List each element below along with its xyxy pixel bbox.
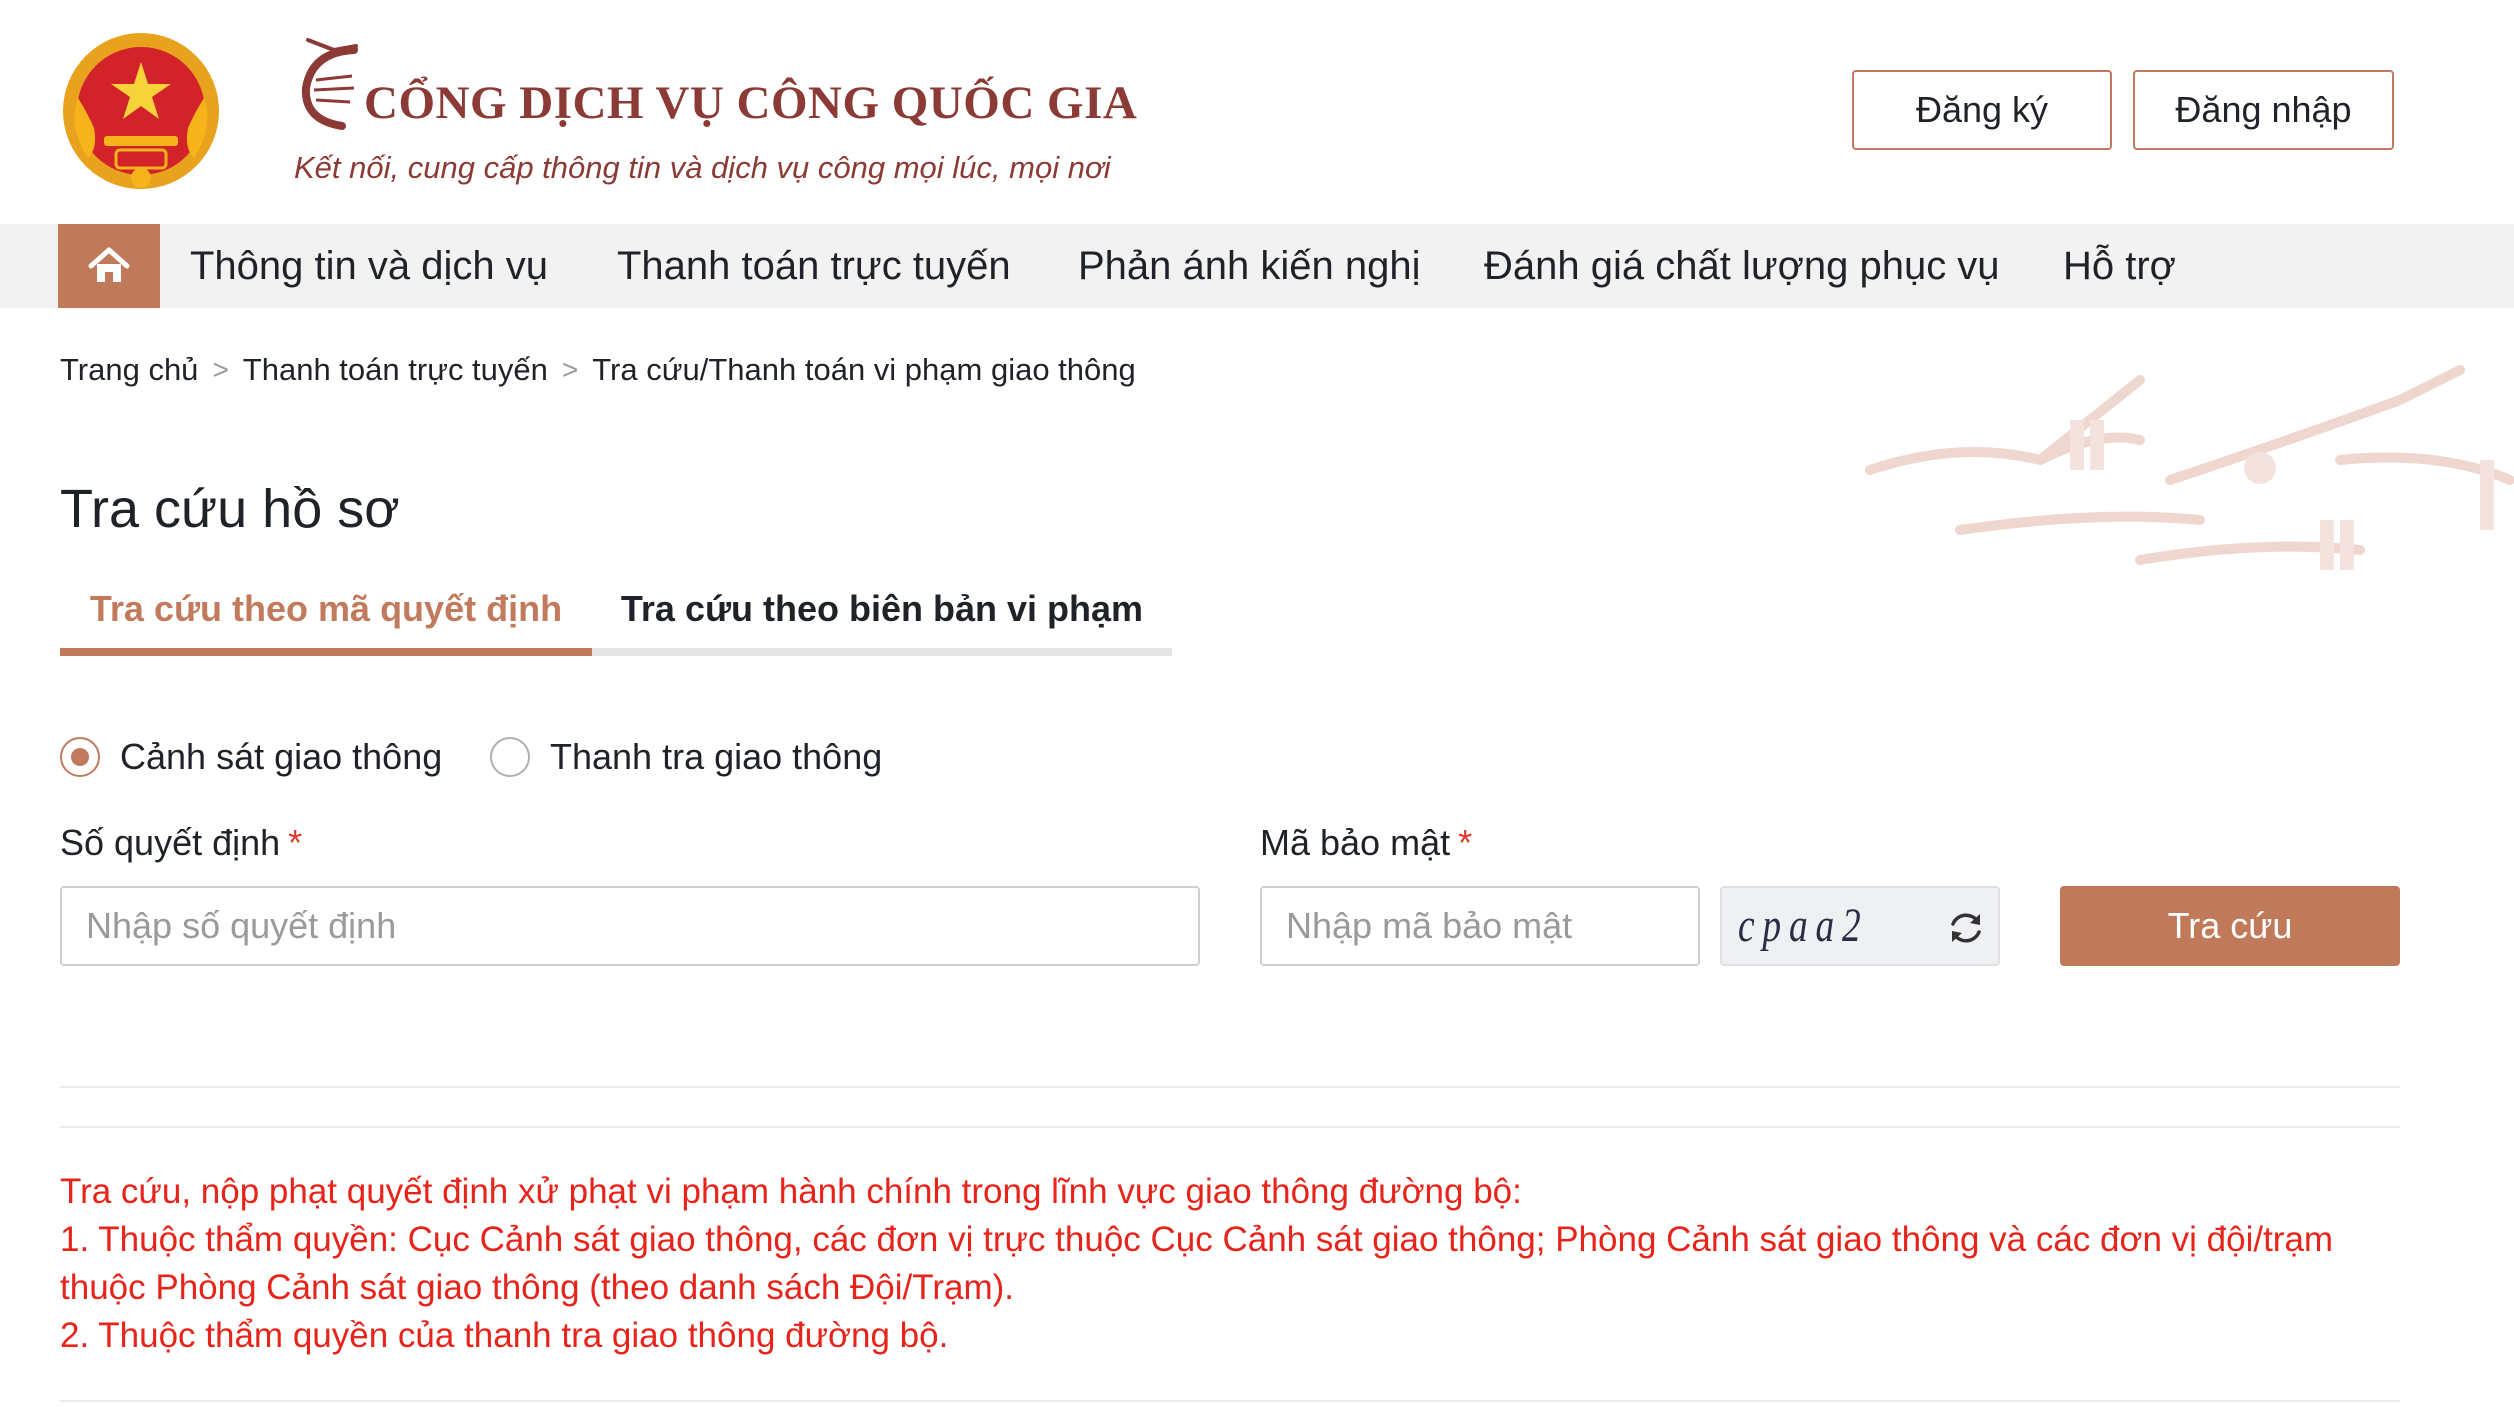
security-code-input[interactable] xyxy=(1260,886,1700,966)
notes-heading: Tra cứu, nộp phạt quyết định xử phạt vi … xyxy=(60,1172,1522,1211)
radio-label: Thanh tra giao thông xyxy=(550,736,883,777)
site-header: CỔNG DỊCH VỤ CÔNG QUỐC GIA Kết nối, cung… xyxy=(0,0,2514,224)
radio-button[interactable] xyxy=(490,737,530,777)
tab-active-indicator xyxy=(60,648,592,656)
nav-item-online-payment[interactable]: Thanh toán trực tuyến xyxy=(617,224,1011,308)
login-button[interactable]: Đăng nhập xyxy=(2133,70,2394,150)
decorative-cranes-icon xyxy=(1865,365,2514,570)
register-button[interactable]: Đăng ký xyxy=(1852,70,2112,150)
search-submit-button[interactable]: Tra cứu xyxy=(2060,886,2400,966)
tab-by-violation-record[interactable]: Tra cứu theo biên bản vi phạm xyxy=(592,570,1172,648)
radio-label: Cảnh sát giao thông xyxy=(120,736,443,777)
breadcrumb-online-payment[interactable]: Thanh toán trực tuyến xyxy=(243,352,548,388)
breadcrumb-home[interactable]: Trang chủ xyxy=(60,352,198,388)
decision-number-label-text: Số quyết định xyxy=(60,822,281,863)
breadcrumb-current: Tra cứu/Thanh toán vi phạm giao thông xyxy=(592,352,1136,387)
captcha-image-text: cpaa2 xyxy=(1738,899,1869,952)
site-title: CỔNG DỊCH VỤ CÔNG QUỐC GIA xyxy=(364,77,1138,129)
security-code-label-text: Mã bảo mật xyxy=(1260,822,1451,863)
site-subtitle: Kết nối, cung cấp thông tin và dịch vụ c… xyxy=(294,150,1111,185)
decision-number-label: Số quyết định * xyxy=(60,822,302,864)
nav-item-info-services[interactable]: Thông tin và dịch vụ xyxy=(190,224,548,308)
search-notes: Tra cứu, nộp phạt quyết định xử phạt vi … xyxy=(60,1168,2400,1360)
radio-button-checked[interactable] xyxy=(60,737,100,777)
required-mark: * xyxy=(288,822,303,863)
nav-item-service-rating[interactable]: Đánh giá chất lượng phục vụ xyxy=(1484,224,2000,308)
breadcrumb-separator: > xyxy=(561,354,579,385)
divider xyxy=(60,1400,2400,1402)
captcha-box: cpaa2 xyxy=(1720,886,2000,966)
refresh-icon[interactable] xyxy=(1946,908,1986,948)
decision-number-input[interactable] xyxy=(60,886,1200,966)
crane-logo-icon xyxy=(301,38,358,130)
search-tabs: Tra cứu theo mã quyết định Tra cứu theo … xyxy=(60,570,1172,656)
radio-traffic-police[interactable]: Cảnh sát giao thông xyxy=(60,736,442,778)
notes-line-1: 1. Thuộc thẩm quyền: Cục Cảnh sát giao t… xyxy=(60,1220,2334,1307)
security-code-label: Mã bảo mật * xyxy=(1260,822,1472,864)
nav-home-button[interactable] xyxy=(58,224,160,308)
main-nav: Thông tin và dịch vụ Thanh toán trực tuy… xyxy=(0,224,2514,308)
notes-line-2: 2. Thuộc thẩm quyền của thanh tra giao t… xyxy=(60,1316,949,1355)
national-emblem-icon[interactable] xyxy=(58,28,224,194)
divider xyxy=(60,1086,2400,1088)
home-icon xyxy=(88,247,130,282)
tab-by-decision-number[interactable]: Tra cứu theo mã quyết định xyxy=(60,570,592,648)
nav-item-support[interactable]: Hỗ trợ xyxy=(2063,224,2176,308)
radio-traffic-inspection[interactable]: Thanh tra giao thông xyxy=(490,736,882,778)
divider xyxy=(60,1126,2400,1128)
page-title: Tra cứu hồ sơ xyxy=(60,479,400,539)
nav-item-feedback[interactable]: Phản ánh kiến nghị xyxy=(1078,224,1421,308)
breadcrumb-separator: > xyxy=(212,354,229,385)
required-mark: * xyxy=(1458,822,1473,863)
breadcrumb: Trang chủ > Thanh toán trực tuyến > Tra … xyxy=(60,352,1136,388)
